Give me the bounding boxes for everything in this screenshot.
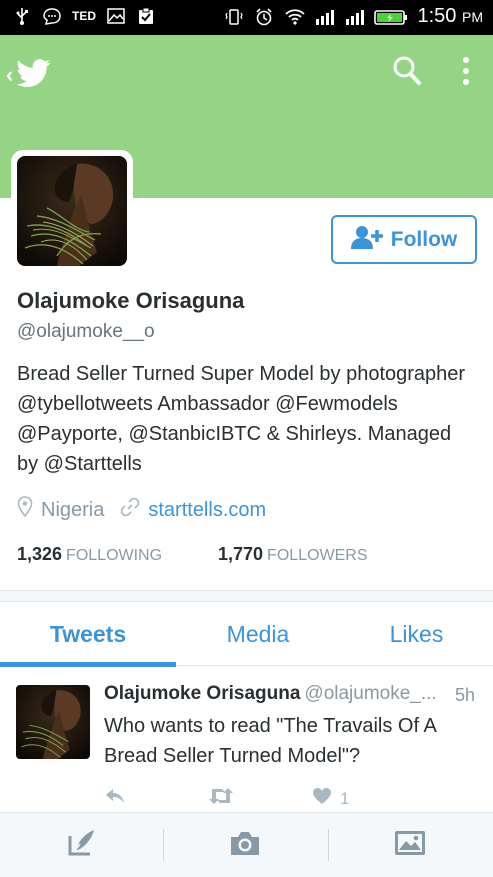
tweet-actions: 1 — [104, 787, 484, 811]
heart-icon — [312, 787, 332, 810]
clipboard-check-icon — [136, 6, 156, 26]
reply-button[interactable] — [104, 787, 126, 810]
tab-likes[interactable]: Likes — [340, 602, 493, 666]
profile-bio: Bread Seller Turned Super Model by photo… — [17, 363, 466, 475]
location-pin-icon — [17, 496, 33, 524]
back-chevron-icon: ‹ — [6, 62, 14, 87]
image-icon — [394, 830, 426, 861]
profile-location: Nigeria — [41, 498, 105, 521]
add-user-icon — [350, 225, 383, 255]
ted-badge: TED — [72, 9, 96, 23]
retweet-button[interactable] — [207, 787, 235, 810]
back-button[interactable]: ‹ — [6, 55, 66, 95]
tab-media[interactable]: Media — [176, 602, 340, 666]
follow-button[interactable]: Follow — [331, 215, 477, 264]
tweet-author-avatar[interactable] — [16, 685, 90, 759]
following-label: FOLLOWING — [66, 547, 163, 564]
link-icon — [120, 497, 140, 523]
tweet-author-name: Olajumoke Orisaguna — [104, 683, 301, 704]
bottom-compose-bar — [0, 812, 493, 877]
tweet-item[interactable]: Olajumoke Orisaguna @olajumoke_... 5h Who… — [0, 667, 493, 812]
followers-stat[interactable]: 1,770 FOLLOWERS — [218, 544, 368, 565]
profile-name: Olajumoke Orisaguna — [17, 288, 245, 313]
profile-avatar — [17, 156, 127, 266]
camera-button[interactable] — [225, 827, 265, 863]
profile-website-link[interactable]: starttells.com — [148, 499, 266, 522]
following-stat[interactable]: 1,326 FOLLOWING — [17, 544, 162, 565]
clock-hour: 1:50 — [417, 5, 457, 27]
follow-label: Follow — [390, 227, 458, 251]
profile-handle: @olajumoke__o — [17, 321, 155, 342]
search-icon — [392, 56, 422, 91]
vibrate-icon — [224, 7, 244, 27]
tweet-header: Olajumoke Orisaguna @olajumoke_... — [104, 683, 484, 705]
following-count: 1,326 — [17, 544, 63, 564]
profile-screen: TED 1:50 PM ‹ Follow Olajumoke Orisaguna… — [0, 0, 493, 877]
add-image-button[interactable] — [390, 827, 430, 863]
signal-2-icon — [344, 7, 364, 27]
battery-icon — [373, 7, 408, 27]
compose-icon — [66, 828, 98, 863]
picture-icon — [106, 6, 126, 26]
section-divider — [0, 590, 493, 602]
profile-tabs: Tweets Media Likes — [0, 602, 493, 667]
followers-count: 1,770 — [218, 544, 264, 564]
clock-time: 1:50 PM — [418, 5, 484, 28]
profile-avatar-frame[interactable] — [11, 150, 133, 272]
tab-tweets[interactable]: Tweets — [0, 602, 176, 666]
retweet-icon — [207, 787, 235, 810]
more-options-button[interactable] — [456, 55, 480, 91]
tweet-timestamp: 5h — [455, 685, 476, 705]
followers-label: FOLLOWERS — [267, 547, 368, 564]
twitter-bird-icon — [16, 58, 51, 92]
chat-bubble-icon — [42, 6, 62, 26]
more-vertical-icon — [456, 57, 476, 93]
reply-icon — [104, 787, 126, 810]
search-button[interactable] — [392, 55, 426, 91]
tweet-text: Who wants to read "The Travails Of A Bre… — [104, 715, 436, 767]
signal-icon — [314, 7, 334, 27]
usb-icon — [12, 6, 32, 26]
like-count: 1 — [340, 788, 350, 808]
wifi-icon — [284, 7, 305, 27]
status-bar: TED 1:50 PM — [0, 0, 493, 35]
bottom-divider-2 — [328, 829, 329, 861]
alarm-icon — [254, 7, 274, 27]
compose-tweet-button[interactable] — [62, 827, 102, 863]
profile-meta: Nigeria starttells.com — [17, 496, 266, 524]
like-button[interactable]: 1 — [312, 787, 349, 810]
bottom-divider-1 — [163, 829, 164, 861]
tweet-author-handle: @olajumoke_... — [304, 683, 437, 704]
clock-ampm: PM — [462, 9, 483, 25]
camera-icon — [229, 829, 261, 862]
